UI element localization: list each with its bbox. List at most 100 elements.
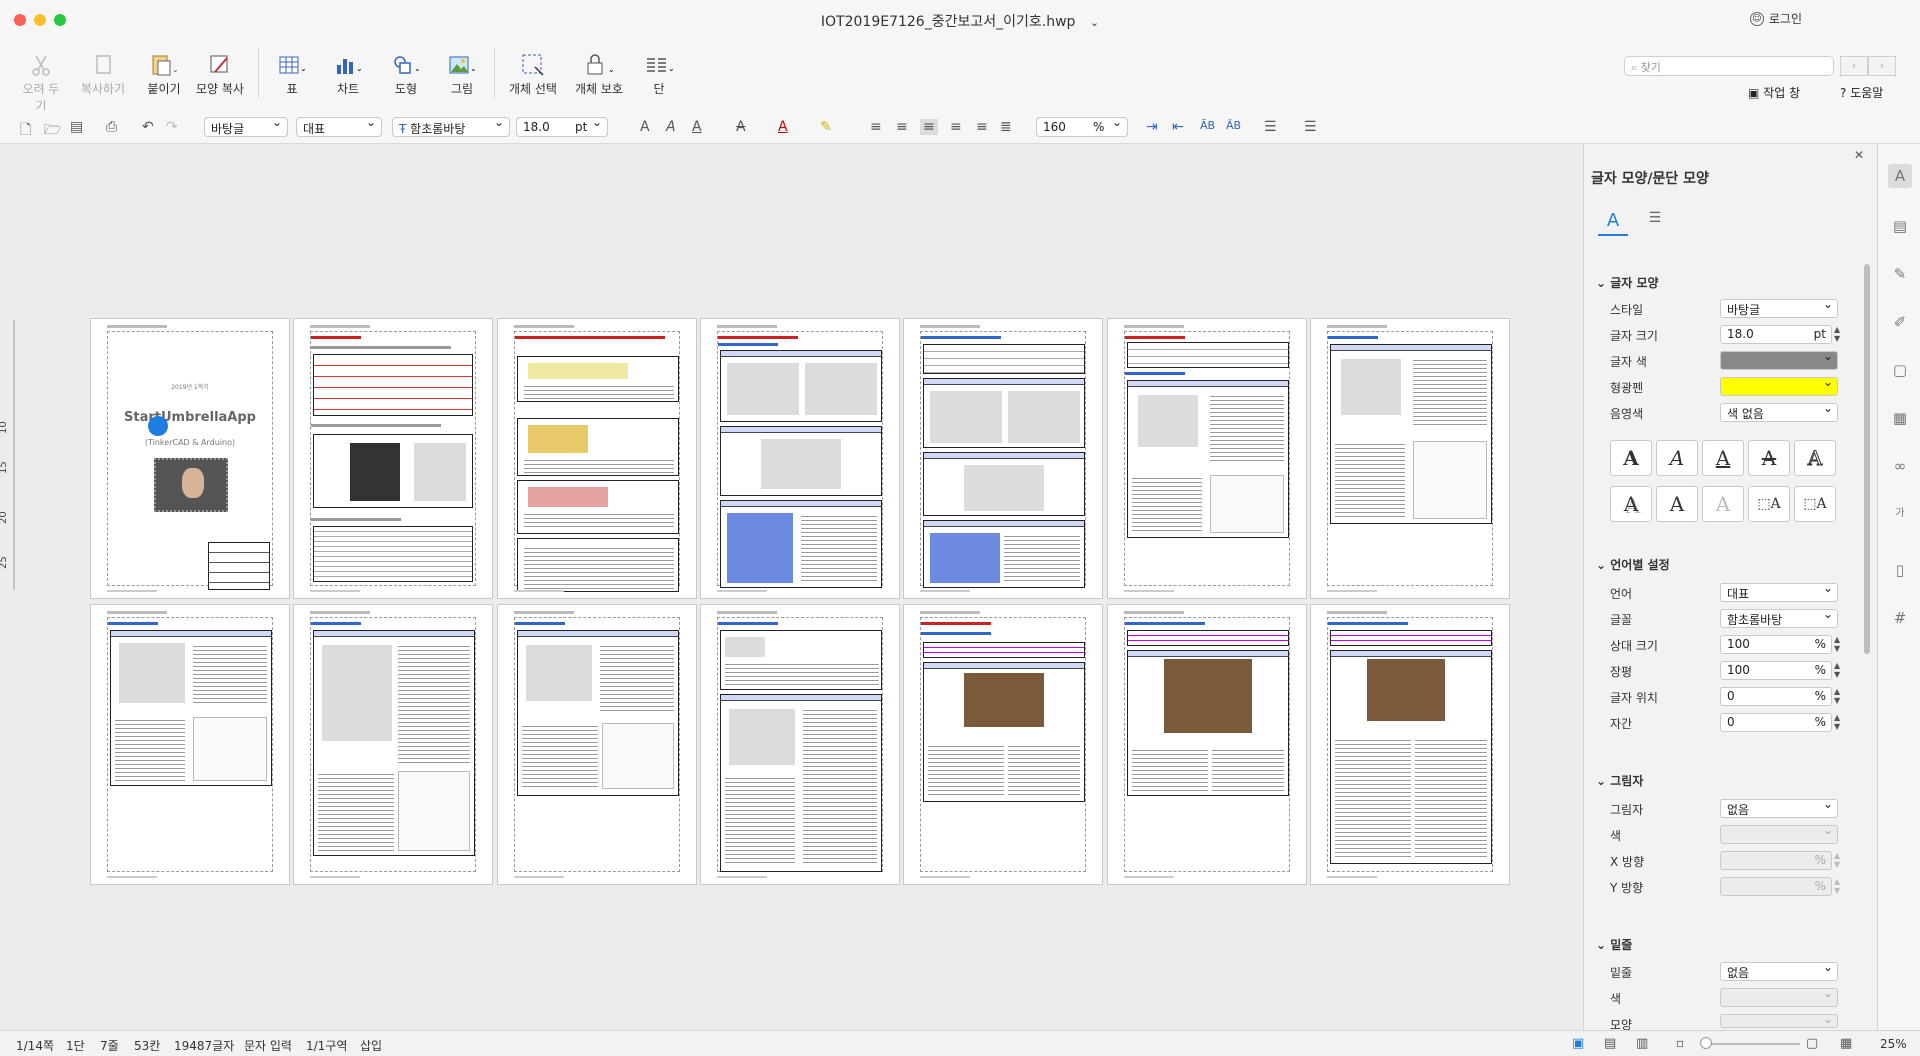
hashtag-icon[interactable]: # [1888,606,1912,630]
format-copy-button[interactable]: 모양 복사 [196,50,244,97]
status-page[interactable]: 1/14쪽 [16,1037,54,1054]
page-thumbnail[interactable] [293,604,493,885]
emboss-icon[interactable]: A [1656,486,1698,522]
page-thumbnail[interactable] [1107,318,1307,599]
language-select[interactable]: 대표 [296,115,382,137]
page-thumbnail[interactable] [903,318,1103,599]
char-width-icon[interactable]: ĀB [1226,119,1241,132]
shadow-y-stepper[interactable]: ▲ ▼ [1834,877,1844,895]
web-view-icon[interactable]: ▤ [1604,1036,1616,1051]
font-dropdown[interactable]: 함초롬바탕 [1720,607,1838,628]
page-thumbnail[interactable] [700,318,900,599]
highlighter-icon[interactable]: ✎ [820,119,832,135]
panel-scrollbar[interactable] [1864,264,1870,654]
bullet-list-icon[interactable]: ☰ [1304,119,1317,135]
font-color-icon[interactable]: A [778,119,788,135]
zoom-in-icon[interactable]: ▢ [1806,1036,1818,1051]
font-size-input[interactable]: 18.0 pt [516,115,608,137]
dictionary-icon[interactable]: 가 [1888,502,1912,526]
cut-button[interactable]: 오려 두기 [18,50,64,114]
zoom-slider[interactable] [1700,1043,1800,1045]
page-thumbnail[interactable] [497,318,697,599]
page-thumbnail[interactable]: 2019년 1학기 StartUmbrellaApp (TinkerCAD & … [90,318,290,599]
page-thumbnail[interactable] [90,604,290,885]
chart-button[interactable]: ⌄ 차트 [330,50,366,97]
open-folder-icon[interactable]: 🗁 [44,119,61,143]
strikethrough-icon[interactable]: A [1748,440,1790,476]
draw-icon[interactable]: ✐ [1888,310,1912,334]
copy-button[interactable]: 복사하기 [80,50,126,97]
binoculars-icon[interactable]: ∞ [1888,454,1912,478]
style-select[interactable]: 바탕글 [204,115,288,137]
strikethrough-icon[interactable]: A [736,119,746,135]
numbering-icon[interactable]: ☰ [1264,119,1277,135]
status-insert-mode[interactable]: 삽입 [360,1037,382,1054]
language-dropdown[interactable]: 대표 [1720,581,1838,602]
redo-icon[interactable]: ↷ [166,119,178,135]
underline-icon[interactable]: A [692,119,702,135]
picture-button[interactable]: ⌄ 그림 [444,50,480,97]
style-dropdown[interactable]: 바탕글 [1720,297,1838,318]
lang-section-header[interactable]: ⌄ 언어별 설정 [1596,556,1670,573]
align-left-icon[interactable]: ≡ [896,119,908,135]
engrave-icon[interactable]: A [1702,486,1744,522]
print-icon[interactable]: ⎙ [106,119,117,135]
indent-icon[interactable]: ⇥ [1146,119,1158,135]
align-right-icon[interactable]: ≡ [950,119,962,135]
char-spacing-field[interactable]: 0% [1720,713,1832,732]
char-spacing-icon[interactable]: ÃB [1200,119,1215,132]
relative-size-stepper[interactable]: ▲ ▼ [1834,635,1844,653]
char-position-stepper[interactable]: ▲ ▼ [1834,687,1844,705]
page-view-icon[interactable]: ▥ [1636,1036,1648,1051]
shadow-x-stepper[interactable]: ▲ ▼ [1834,851,1844,869]
outline-icon[interactable]: A [1794,440,1836,476]
highlight-dropdown[interactable] [1720,375,1838,396]
font-color-dropdown[interactable] [1720,349,1838,370]
paste-button[interactable]: ⌄ 붙이기 [144,50,184,97]
fit-page-icon[interactable]: ▦ [1840,1036,1852,1051]
char-width-stepper[interactable]: ▲ ▼ [1834,661,1844,679]
zoom-out-icon[interactable]: ▫ [1676,1036,1684,1050]
column-button[interactable]: ⌄ 단 [644,50,674,97]
login-button[interactable]: ☺ 로그인 [1749,10,1802,27]
object-select-button[interactable]: 개체 선택 [508,50,558,97]
align-center-icon[interactable]: ≡ [920,119,938,135]
page-thumbnail[interactable] [497,604,697,885]
subscript-icon[interactable]: ⬚A [1794,486,1836,522]
underline-section-header[interactable]: ⌄ 밑줄 [1596,936,1632,953]
shadow-dropdown[interactable]: 없음 [1720,797,1838,818]
pen-icon[interactable]: ✎ [1888,262,1912,286]
new-document-icon[interactable]: 🗋 [20,119,31,143]
para-shape-tab-icon[interactable]: ☰ [1640,210,1670,236]
char-shape-section-header[interactable]: ⌄ 글자 모양 [1596,274,1659,291]
relative-size-field[interactable]: 100% [1720,635,1832,654]
search-next-button[interactable]: › [1868,56,1896,76]
outdent-icon[interactable]: ⇤ [1172,119,1184,135]
page-thumbnail[interactable] [293,318,493,599]
shape-button[interactable]: ⌄ 도형 [388,50,424,97]
superscript-icon[interactable]: ⬚A [1748,486,1790,522]
page-thumbnail[interactable] [700,604,900,885]
zoom-level[interactable]: 25% [1880,1037,1907,1051]
shadow-color-dropdown[interactable] [1720,823,1838,844]
underline-dropdown[interactable]: 없음 [1720,960,1838,981]
page-thumbnail[interactable] [1107,604,1307,885]
undo-icon[interactable]: ↶ [142,119,154,135]
help-button[interactable]: ? 도움말 [1840,84,1883,101]
align-split-icon[interactable]: ≣ [1000,119,1012,135]
zoom-slider-thumb[interactable] [1700,1037,1712,1049]
align-justify-icon[interactable]: ≡ [870,119,882,135]
close-icon[interactable]: ✕ [1854,148,1864,162]
bold-icon[interactable]: A [1610,440,1652,476]
font-size-field[interactable]: 18.0 pt [1720,325,1832,344]
bookmark-icon[interactable]: ▯ [1888,558,1912,582]
normal-view-icon[interactable]: ▣ [1572,1036,1584,1051]
bold-icon[interactable]: A [640,119,650,135]
shadow-x-field[interactable]: % [1720,851,1832,870]
font-size-stepper[interactable]: ▲ ▼ [1834,325,1844,343]
work-pane-button[interactable]: ▣ 작업 창 [1748,84,1800,101]
underline-icon[interactable]: A [1702,440,1744,476]
table-panel-icon[interactable]: ▦ [1888,406,1912,430]
underline-shape-dropdown[interactable] [1720,1012,1838,1028]
search-prev-button[interactable]: ‹ [1840,56,1868,76]
